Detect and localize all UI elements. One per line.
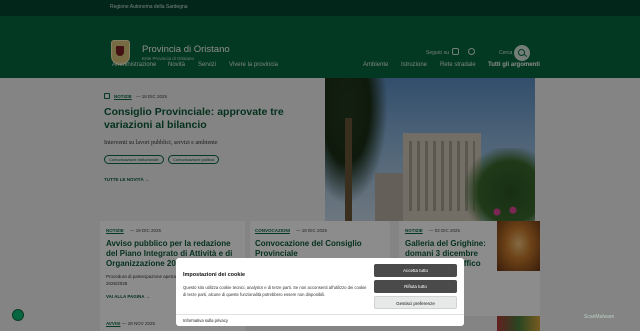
watermark: ScanMalware [584, 314, 615, 320]
cookie-footer: Informativa sulla privacy [176, 314, 464, 326]
privacy-link[interactable]: Informativa sulla privacy [183, 318, 228, 323]
cookie-title: Impostazioni dei cookie [183, 272, 246, 278]
cookie-banner: Impostazioni dei cookie Questo sito util… [176, 258, 464, 326]
accept-all-button[interactable]: Accetta tutto [374, 264, 457, 277]
cookie-text: Questo sito utilizza cookie tecnici, ana… [183, 285, 367, 297]
reject-all-button[interactable]: Rifiuta tutto [374, 280, 457, 293]
manage-preferences-button[interactable]: Gestisci preferenze [374, 296, 457, 309]
accessibility-button[interactable] [12, 309, 24, 321]
